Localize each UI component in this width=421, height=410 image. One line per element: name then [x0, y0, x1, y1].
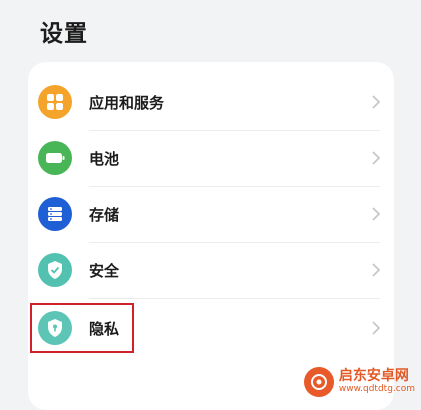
settings-item-label: 应用和服务 — [89, 93, 165, 112]
settings-item-label: 存储 — [89, 205, 120, 224]
battery-icon — [38, 141, 72, 175]
chevron-right-icon — [372, 207, 380, 221]
watermark-name: 启东安卓网 — [338, 368, 409, 385]
divider — [89, 298, 380, 299]
watermark-logo-icon — [303, 367, 334, 397]
settings-card: 应用和服务 电池 存储 安全 隐私 — [28, 62, 394, 410]
storage-icon — [38, 197, 72, 231]
chevron-right-icon — [372, 95, 380, 109]
settings-item-apps-services[interactable]: 应用和服务 — [28, 74, 394, 130]
settings-item-label: 电池 — [89, 149, 120, 168]
privacy-highlight-box — [30, 303, 134, 353]
chevron-right-icon — [372, 151, 380, 165]
page-title: 设置 — [40, 21, 88, 47]
shield-check-icon — [38, 253, 72, 287]
watermark: 启东安卓网 www.qdtdtg.com — [303, 367, 415, 397]
chevron-right-icon — [372, 263, 380, 277]
apps-icon — [38, 85, 72, 119]
settings-item-security[interactable]: 安全 — [28, 242, 394, 298]
settings-item-label: 安全 — [89, 261, 120, 280]
settings-item-battery[interactable]: 电池 — [28, 130, 394, 186]
watermark-url: www.qdtdtg.com — [338, 383, 415, 394]
chevron-right-icon — [372, 321, 380, 335]
settings-item-storage[interactable]: 存储 — [28, 186, 394, 242]
